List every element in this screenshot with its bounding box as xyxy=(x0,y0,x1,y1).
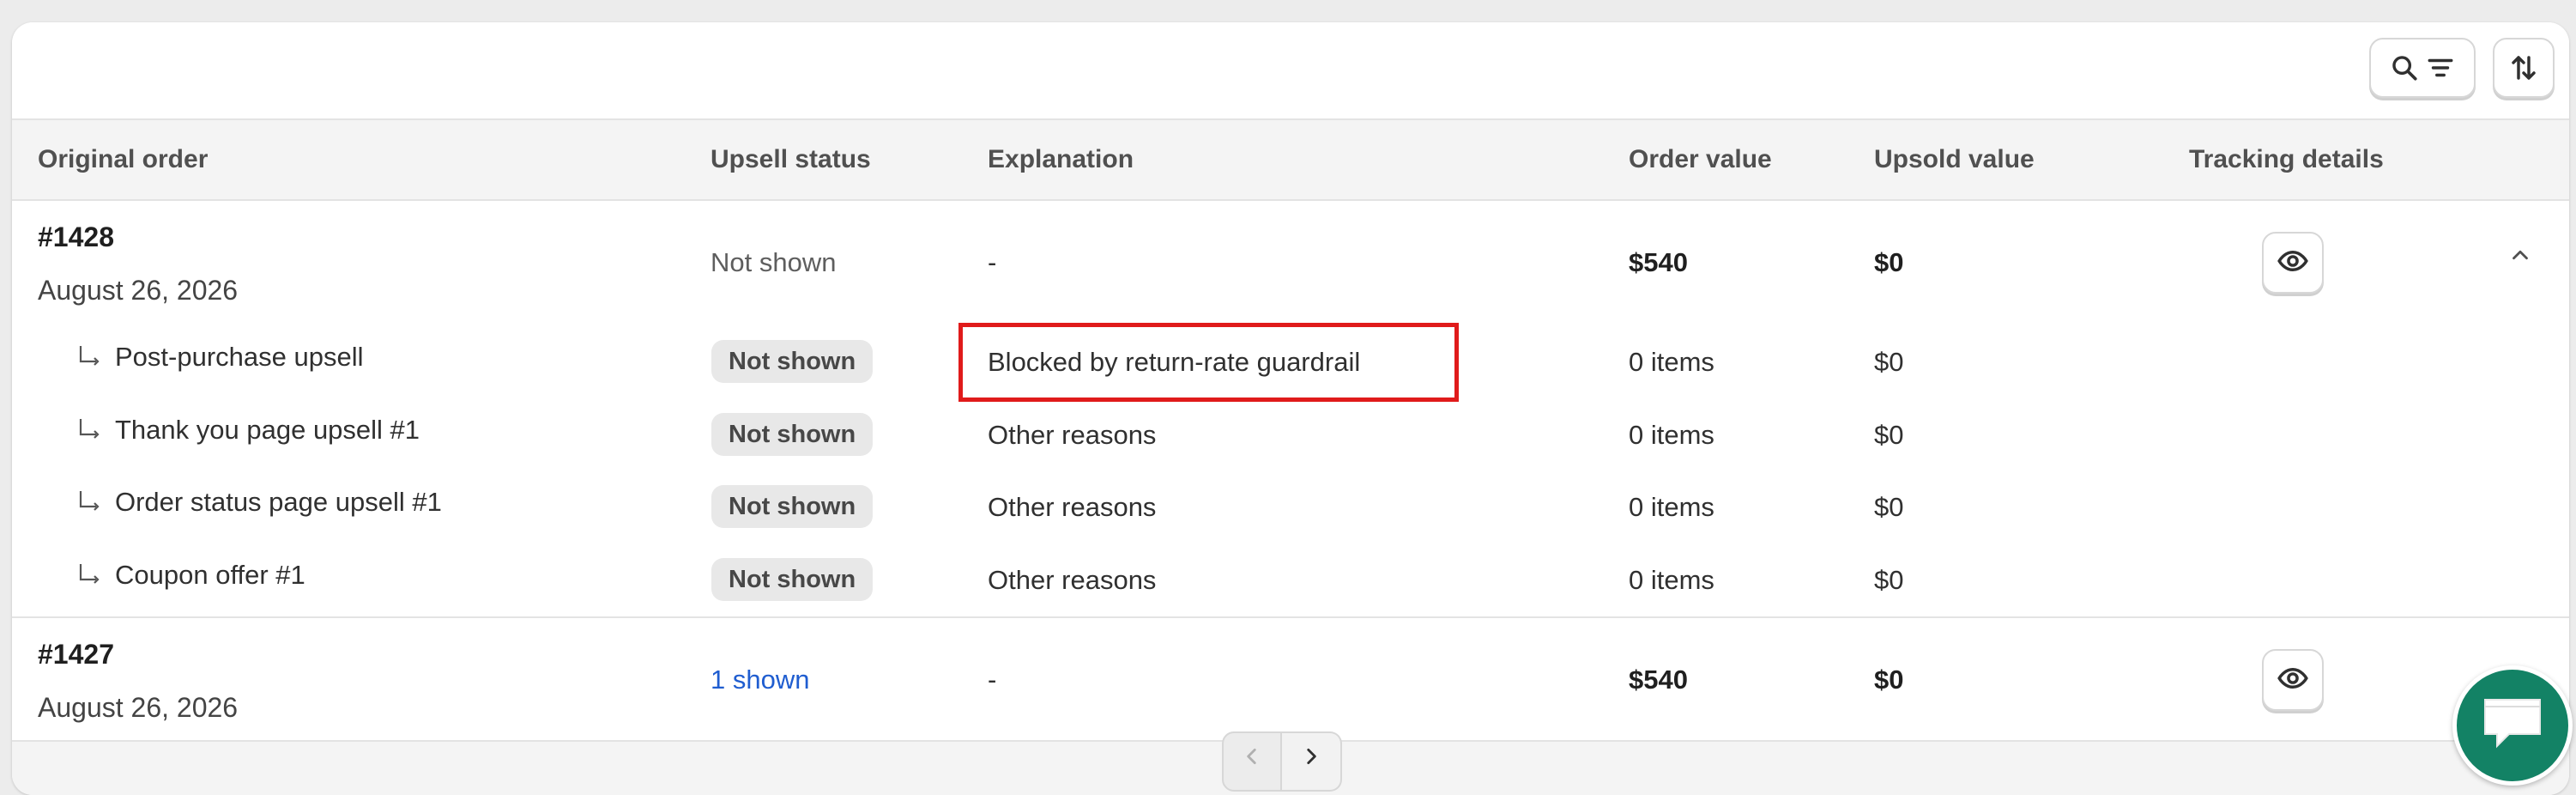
explanation-text: Other reasons xyxy=(988,420,1157,450)
sort-button[interactable] xyxy=(2493,38,2555,98)
chat-launcher-button[interactable] xyxy=(2452,665,2573,786)
upsell-status-text: Not shown xyxy=(711,247,837,277)
upsold-value: $0 xyxy=(1874,347,1904,377)
chat-icon xyxy=(2480,695,2545,757)
order-date: August 26, 2026 xyxy=(38,275,239,306)
explanation-text: - xyxy=(988,247,997,277)
sub-row-label: Order status page upsell #1 xyxy=(77,487,442,518)
explanation-text: - xyxy=(988,665,997,695)
item-count: 0 items xyxy=(1629,492,1714,522)
status-badge: Not shown xyxy=(711,413,874,456)
column-header-explanation: Explanation xyxy=(988,145,1134,173)
explanation-text: Other reasons xyxy=(988,492,1157,522)
highlight-box xyxy=(958,323,1459,402)
eye-icon xyxy=(2277,662,2309,699)
column-header-order-value: Order value xyxy=(1629,145,1772,173)
order-id[interactable]: #1427 xyxy=(38,639,114,671)
upsell-orders-card: Original order Upsell status Explanation… xyxy=(12,22,2569,795)
sub-row-label: Post-purchase upsell xyxy=(77,342,364,373)
sub-row-label: Coupon offer #1 xyxy=(77,560,305,591)
explanation-text: Other reasons xyxy=(988,565,1157,595)
chevron-right-icon xyxy=(1300,745,1322,772)
column-header-upsold-value: Upsold value xyxy=(1874,145,2035,173)
view-tracking-button[interactable] xyxy=(2262,232,2324,294)
order-id[interactable]: #1428 xyxy=(38,222,114,253)
column-header-original-order: Original order xyxy=(38,145,209,173)
status-badge: Not shown xyxy=(711,485,874,528)
upsold-value: $0 xyxy=(1874,492,1904,522)
status-badge: Not shown xyxy=(711,340,874,383)
upsold-value: $0 xyxy=(1874,665,1904,695)
branch-arrow-icon xyxy=(77,417,103,443)
order-value: $540 xyxy=(1629,665,1688,695)
item-count: 0 items xyxy=(1629,420,1714,450)
upsold-value: $0 xyxy=(1874,247,1904,277)
upsold-value: $0 xyxy=(1874,420,1904,450)
item-count: 0 items xyxy=(1629,347,1714,377)
order-date: August 26, 2026 xyxy=(38,692,239,723)
sort-icon xyxy=(2508,52,2539,83)
pagination xyxy=(1222,731,1344,792)
upsold-value: $0 xyxy=(1874,565,1904,595)
search-icon xyxy=(2390,53,2419,82)
order-value: $540 xyxy=(1629,247,1688,277)
row-divider xyxy=(12,616,2569,618)
previous-page-button[interactable] xyxy=(1222,731,1282,792)
sub-row-label: Thank you page upsell #1 xyxy=(77,415,420,446)
status-badge: Not shown xyxy=(711,558,874,601)
eye-icon xyxy=(2277,245,2309,282)
view-tracking-button[interactable] xyxy=(2262,649,2324,711)
upsell-status-link[interactable]: 1 shown xyxy=(711,665,809,695)
column-header-upsell-status: Upsell status xyxy=(711,145,871,173)
table-toolbar xyxy=(12,22,2569,118)
chevron-up-icon[interactable] xyxy=(2507,242,2533,272)
filter-icon xyxy=(2426,53,2455,82)
search-filter-button[interactable] xyxy=(2369,38,2476,98)
table-header: Original order Upsell status Explanation… xyxy=(12,118,2569,201)
next-page-button[interactable] xyxy=(1282,731,1342,792)
branch-arrow-icon xyxy=(77,562,103,588)
branch-arrow-icon xyxy=(77,344,103,370)
branch-arrow-icon xyxy=(77,489,103,515)
column-header-tracking-details: Tracking details xyxy=(2189,145,2384,173)
item-count: 0 items xyxy=(1629,565,1714,595)
chevron-left-icon xyxy=(1241,745,1263,772)
